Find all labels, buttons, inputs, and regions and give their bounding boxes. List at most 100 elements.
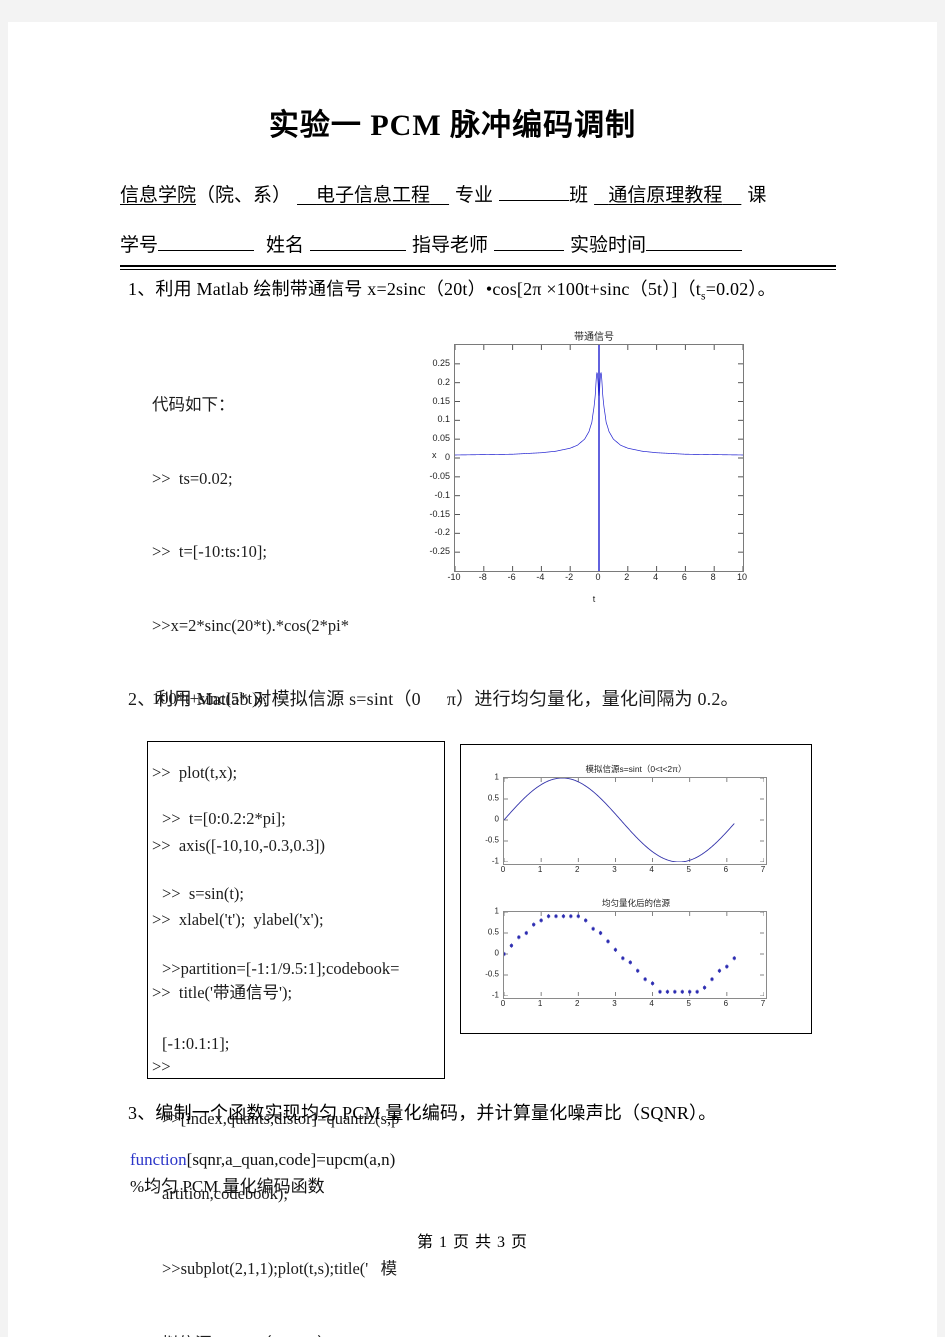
college-name: 信息学院 [120, 185, 197, 206]
function-comment: %均匀 PCM 量化编码函数 [130, 1177, 325, 1196]
y-tick-label: -0.1 [434, 489, 450, 500]
y-tick-label: -0.25 [429, 546, 450, 557]
y-tick-label: 0.1 [437, 414, 450, 425]
major-value: 电子信息工程 [316, 185, 431, 206]
subplot-quantized-source: 均匀量化后的信源 -1 -0.5 0 0.5 1 0 1 2 3 4 5 6 7 [461, 897, 811, 1021]
x-tick-label: 6 [723, 865, 729, 874]
name-label: 姓名 [266, 235, 305, 256]
document-page: 实验一 PCM 脉冲编码调制 信息学院（院、系） 电子信息工程 专业 班 通信原理… [8, 22, 937, 1337]
teacher-blank[interactable] [494, 250, 565, 251]
college-suffix: （院、系） [196, 185, 292, 206]
class-blank[interactable] [499, 200, 570, 201]
code-line: [-1:0.1:1]; [162, 1034, 230, 1053]
problem-3-number: 3、 [128, 1103, 156, 1123]
problem-1-text: 利用 Matlab 绘制带通信号 x=2sinc（20t）•cos[2π ×10… [155, 279, 702, 299]
x-tick-label: 6 [723, 999, 729, 1008]
y-tick-label: -0.5 [485, 835, 499, 845]
problem-3-text: 编制一个函数实现均匀 PCM 量化编码，并计算量化噪声比（SQNR）。 [155, 1103, 717, 1123]
quantized-markers [504, 912, 764, 996]
y-tick-label: 1 [494, 772, 499, 782]
x-tick-label: 4 [649, 999, 654, 1008]
problem-2-number: 2、 [128, 689, 156, 709]
code-line: >> t=[0:0.2:2*pi]; [162, 809, 286, 828]
title-part-pcm: PCM [370, 109, 442, 142]
x-tick-label: 7 [760, 865, 766, 874]
code-line: >>subplot(2,1,1);plot(t,s);title(' 模 [162, 1259, 398, 1278]
figure-1-title: 带通信号 [574, 332, 614, 343]
y-tick-label: 0 [494, 814, 499, 824]
matlab-keyword-function: function [130, 1150, 187, 1169]
y-tick-label: -0.15 [429, 508, 450, 519]
x-tick-label: 4 [649, 865, 654, 874]
code-line: >> t=[-10:ts:10]; [152, 542, 267, 561]
y-tick-label: -0.5 [485, 969, 499, 979]
subplot-2-x-ticklabels: 0 1 2 3 4 5 6 7 [500, 999, 766, 1013]
x-tick-label: 5 [686, 865, 691, 874]
x-tick-label: 8 [710, 572, 716, 582]
code-line: >>x=2*sinc(20*t).*cos(2*pi* [152, 615, 350, 635]
code-line: >>partition=[-1:1/9.5:1];codebook= [162, 959, 400, 978]
time-label: 实验时间 [570, 235, 647, 256]
x-tick-label: 3 [612, 865, 617, 874]
x-tick-label: 0 [595, 572, 601, 582]
x-tick-label: 5 [686, 999, 691, 1008]
problem-3-statement: 3、编制一个函数实现均匀 PCM 量化编码，并计算量化噪声比（SQNR）。 [128, 1099, 716, 1125]
function-signature: [sqnr,a_quan,code]=upcm(a,n) [186, 1150, 396, 1169]
y-tick-label: 1 [494, 906, 499, 916]
subplot-2-plot-area [503, 911, 767, 999]
header-line-student: 学号 姓名 指导老师 实验时间 [120, 230, 850, 257]
x-tick-label: 2 [575, 865, 580, 874]
header-divider [120, 265, 836, 270]
x-tick-label: 10 [736, 572, 748, 582]
title-part-1: 实验一 [268, 109, 362, 142]
figure-1-xlabel: t [592, 594, 596, 604]
time-blank[interactable] [646, 250, 743, 251]
code-block-2: >> t=[0:0.2:2*pi]; >> s=sin(t); >>partit… [147, 741, 445, 1337]
analog-sine-curve [504, 778, 764, 862]
problem-1-text-tail: =0.02）。 [705, 279, 776, 299]
name-blank[interactable] [310, 250, 407, 251]
subplot-1-title: 模拟信源s=sint（0<t<2π） [585, 764, 687, 774]
subplot-1-plot-area [503, 777, 767, 865]
class-label: 班 [569, 185, 589, 206]
figure-1-plot-area [454, 344, 744, 572]
x-tick-label: 3 [612, 999, 617, 1008]
y-tick-label: 0 [444, 452, 450, 462]
problem-1-statement: 1、利用 Matlab 绘制带通信号 x=2sinc（20t）•cos[2π ×… [128, 275, 776, 303]
x-tick-label: 6 [681, 572, 687, 582]
page-footer: 第 1 页 共 3 页 [8, 1228, 937, 1252]
subplot-analog-source: 模拟信源s=sint（0<t<2π） -1 -0.5 0 0.5 1 0 1 2 3 4 5 6 7 [461, 763, 811, 887]
x-tick-label: 4 [653, 572, 659, 582]
x-tick-label: 7 [760, 999, 766, 1008]
major-label: 专业 [455, 185, 494, 206]
x-tick-label: -4 [536, 572, 545, 582]
code-line: 拟信源 s=sint（0 π）'); [162, 1331, 434, 1337]
y-tick-label: -0.05 [429, 470, 450, 481]
problem-2-statement: 2、利用 Matlab 对模拟信源 s=sint（0 π）进行均匀量化，量化间隔为… [128, 685, 739, 711]
page-title: 实验一 PCM 脉冲编码调制 [8, 100, 937, 144]
code-line: >> ts=0.02; [152, 468, 233, 488]
x-tick-label: -2 [565, 572, 574, 582]
y-tick-label: 0.05 [432, 433, 450, 444]
x-tick-label: 2 [624, 572, 630, 582]
code-line: >> s=sin(t); [162, 884, 245, 903]
bandpass-signal-curve [455, 345, 743, 571]
subplot-2-title: 均匀量化后的信源 [601, 898, 670, 908]
figure-1-ylabel: x [432, 450, 437, 460]
student-id-blank[interactable] [158, 250, 255, 251]
course-value: 通信原理教程 [608, 185, 723, 206]
code-block-1-heading: 代码如下： [152, 395, 235, 414]
x-tick-label: 2 [575, 999, 580, 1008]
x-tick-label: 1 [537, 999, 543, 1008]
x-tick-label: 0 [500, 999, 506, 1008]
subplot-1-x-ticklabels: 0 1 2 3 4 5 6 7 [500, 865, 766, 879]
y-tick-label: -1 [491, 990, 499, 1000]
problem-2-text-b: π）进行均匀量化，量化间隔为 0.2。 [446, 689, 739, 709]
x-tick-label: -6 [507, 572, 516, 582]
x-tick-label: -10 [447, 572, 461, 582]
y-tick-label: 0 [494, 948, 499, 958]
x-tick-label: 0 [500, 865, 506, 874]
y-tick-label: 0.25 [432, 357, 450, 368]
teacher-label: 指导老师 [412, 235, 489, 256]
header-line-college: 信息学院（院、系） 电子信息工程 专业 班 通信原理教程 课 [120, 180, 850, 207]
